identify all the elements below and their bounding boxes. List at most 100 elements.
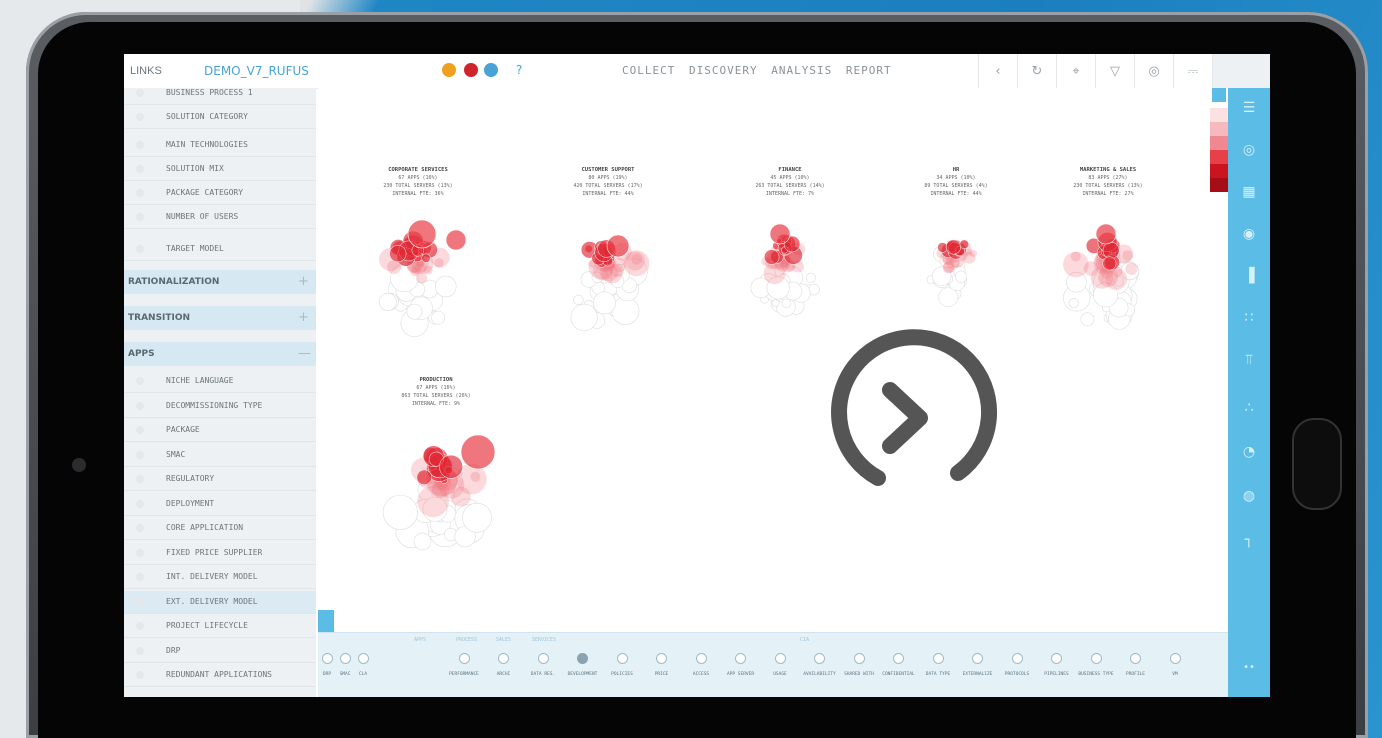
bubble-map-canvas[interactable]: CORPORATE SERVICES 67 APPS (16%) 230 TOTAL…	[318, 88, 1228, 632]
app-bubble[interactable]	[417, 263, 427, 273]
app-bubble[interactable]	[389, 245, 407, 263]
sidebar-item[interactable]: REDUNDANT APPLICATIONS	[124, 664, 316, 687]
shield-icon[interactable]	[442, 63, 456, 77]
radio-icon[interactable]	[814, 653, 825, 664]
app-bubble[interactable]	[439, 454, 463, 479]
radio-icon[interactable]	[656, 653, 667, 664]
legend-toggle-icon[interactable]	[1212, 88, 1226, 102]
radio-icon[interactable]	[458, 653, 470, 664]
filter-toggle[interactable]: PROTOCOLS	[997, 653, 1037, 677]
app-bubble[interactable]	[417, 485, 449, 518]
app-bubble[interactable]	[421, 253, 431, 263]
filter-toggle[interactable]: USAGE	[760, 653, 800, 677]
app-bubble[interactable]	[1095, 223, 1117, 245]
sidebar-item[interactable]: SOLUTION MIX	[124, 158, 316, 181]
radio-icon[interactable]	[932, 653, 944, 664]
hierarchy-icon[interactable]: ⫪	[1228, 352, 1270, 372]
radio-icon[interactable]	[1130, 653, 1141, 664]
eye-icon[interactable]: ◎	[1134, 54, 1173, 88]
app-bubble[interactable]	[1080, 312, 1095, 327]
help-icon[interactable]: ?	[516, 63, 522, 77]
scatter-icon[interactable]: ∷	[1228, 310, 1270, 330]
app-bubble[interactable]	[781, 298, 792, 308]
filter-toggle[interactable]: SHARED WITH	[839, 653, 879, 677]
filter-toggle[interactable]: PIPELINES	[1037, 653, 1077, 677]
app-bubble[interactable]	[805, 272, 816, 284]
sidebar-item[interactable]: EXT. DELIVERY MODEL	[124, 590, 316, 614]
settings-icon[interactable]	[484, 63, 498, 77]
app-bubble[interactable]	[1063, 251, 1089, 278]
heart-icon[interactable]	[464, 63, 478, 77]
app-bubble[interactable]	[570, 303, 598, 331]
radio-icon[interactable]	[972, 653, 983, 664]
radio-icon[interactable]	[853, 653, 865, 664]
app-bubble[interactable]	[573, 294, 584, 306]
location-icon[interactable]: ◉	[1228, 226, 1270, 246]
radio-icon[interactable]	[357, 653, 369, 664]
filter-toggle[interactable]: DRP	[318, 653, 336, 677]
sidebar-item[interactable]: DEPLOYMENT	[124, 493, 316, 516]
filter-toggle[interactable]: ACCESS	[681, 653, 721, 677]
app-bubble[interactable]	[954, 270, 968, 283]
radio-icon[interactable]	[695, 653, 707, 664]
section-apps[interactable]: APPS —	[124, 342, 316, 366]
filter-toggle[interactable]: PERFORMANCE	[444, 653, 484, 677]
radio-icon[interactable]	[577, 653, 588, 664]
radio-icon[interactable]	[893, 653, 904, 664]
sidebar-item[interactable]: PACKAGE	[124, 419, 316, 442]
sidebar-item[interactable]: REGULATORY	[124, 468, 316, 491]
sidebar-item[interactable]: BUSINESS PROCESS 1	[124, 88, 316, 105]
sidebar-item[interactable]: CORE APPLICATION	[124, 517, 316, 540]
app-bubble[interactable]	[445, 229, 467, 251]
project-name[interactable]: DEMO_V7_RUFUS	[204, 64, 309, 78]
sidebar-item[interactable]: PACKAGE CATEGORY	[124, 182, 316, 205]
app-bubble[interactable]	[763, 249, 780, 265]
app-bubble[interactable]	[1102, 241, 1120, 259]
app-bubble[interactable]	[416, 469, 432, 486]
filter-toggle[interactable]: SMAC	[336, 653, 354, 677]
radar-icon[interactable]: ◍	[1228, 488, 1270, 508]
radio-icon[interactable]	[774, 653, 786, 664]
app-bubble[interactable]	[470, 471, 481, 482]
app-bubble[interactable]	[769, 223, 791, 245]
sidebar-item[interactable]: SOLUTION CATEGORY	[124, 106, 316, 129]
sidebar-item[interactable]: NUMBER OF USERS	[124, 206, 316, 229]
sidebar-item[interactable]: MAIN TECHNOLOGIES	[124, 134, 316, 157]
collapse-bottom-icon[interactable]	[318, 610, 334, 632]
sidebar-item[interactable]: DRP	[124, 640, 316, 663]
radio-icon[interactable]	[498, 653, 509, 664]
sidebar-item[interactable]: INT. DELIVERY MODEL	[124, 566, 316, 589]
list-icon[interactable]: ☰	[1228, 100, 1270, 120]
filter-icon[interactable]: ▽	[1095, 54, 1134, 88]
filter-toggle[interactable]: POLICIES	[602, 653, 642, 677]
menu-collect[interactable]: COLLECT	[622, 64, 675, 77]
filter-toggle[interactable]: DATA TYPE	[918, 653, 958, 677]
filter-toggle[interactable]: CONFIDENTIAL	[879, 653, 919, 677]
app-bubble[interactable]	[462, 502, 492, 533]
expand-icon[interactable]: +	[298, 310, 309, 325]
app-bubble[interactable]	[1102, 256, 1117, 271]
app-bubble[interactable]	[413, 532, 432, 551]
filter-toggle[interactable]: BUSINESS TYPE	[1076, 653, 1116, 677]
app-bubble[interactable]	[593, 291, 616, 315]
app-bubble[interactable]	[382, 494, 418, 530]
filter-toggle[interactable]: DEVELOPMENT	[563, 653, 603, 677]
filter-toggle[interactable]: EXTERNALIZE	[958, 653, 998, 677]
app-bubble[interactable]	[942, 261, 955, 274]
radio-icon[interactable]	[1169, 653, 1181, 664]
sidebar-item[interactable]: TARGET MODEL	[124, 238, 316, 261]
bar-chart-icon[interactable]: ▐	[1228, 268, 1270, 288]
app-bubble[interactable]	[460, 434, 496, 470]
menu-discovery[interactable]: DISCOVERY	[689, 64, 758, 77]
app-bubble[interactable]	[431, 310, 446, 325]
app-bubble[interactable]	[1105, 268, 1128, 290]
app-bubble[interactable]	[1083, 261, 1099, 276]
play-next-icon[interactable]	[808, 318, 1008, 518]
filter-toggle[interactable]: APP SERVER	[721, 653, 761, 677]
menu-report[interactable]: REPORT	[846, 64, 892, 77]
app-bubble[interactable]	[378, 292, 397, 311]
timeline-icon[interactable]: ┐	[1228, 532, 1270, 552]
app-bubble[interactable]	[945, 239, 961, 255]
app-bubble[interactable]	[771, 299, 780, 308]
filter-toggle[interactable]: VM	[1155, 653, 1195, 677]
